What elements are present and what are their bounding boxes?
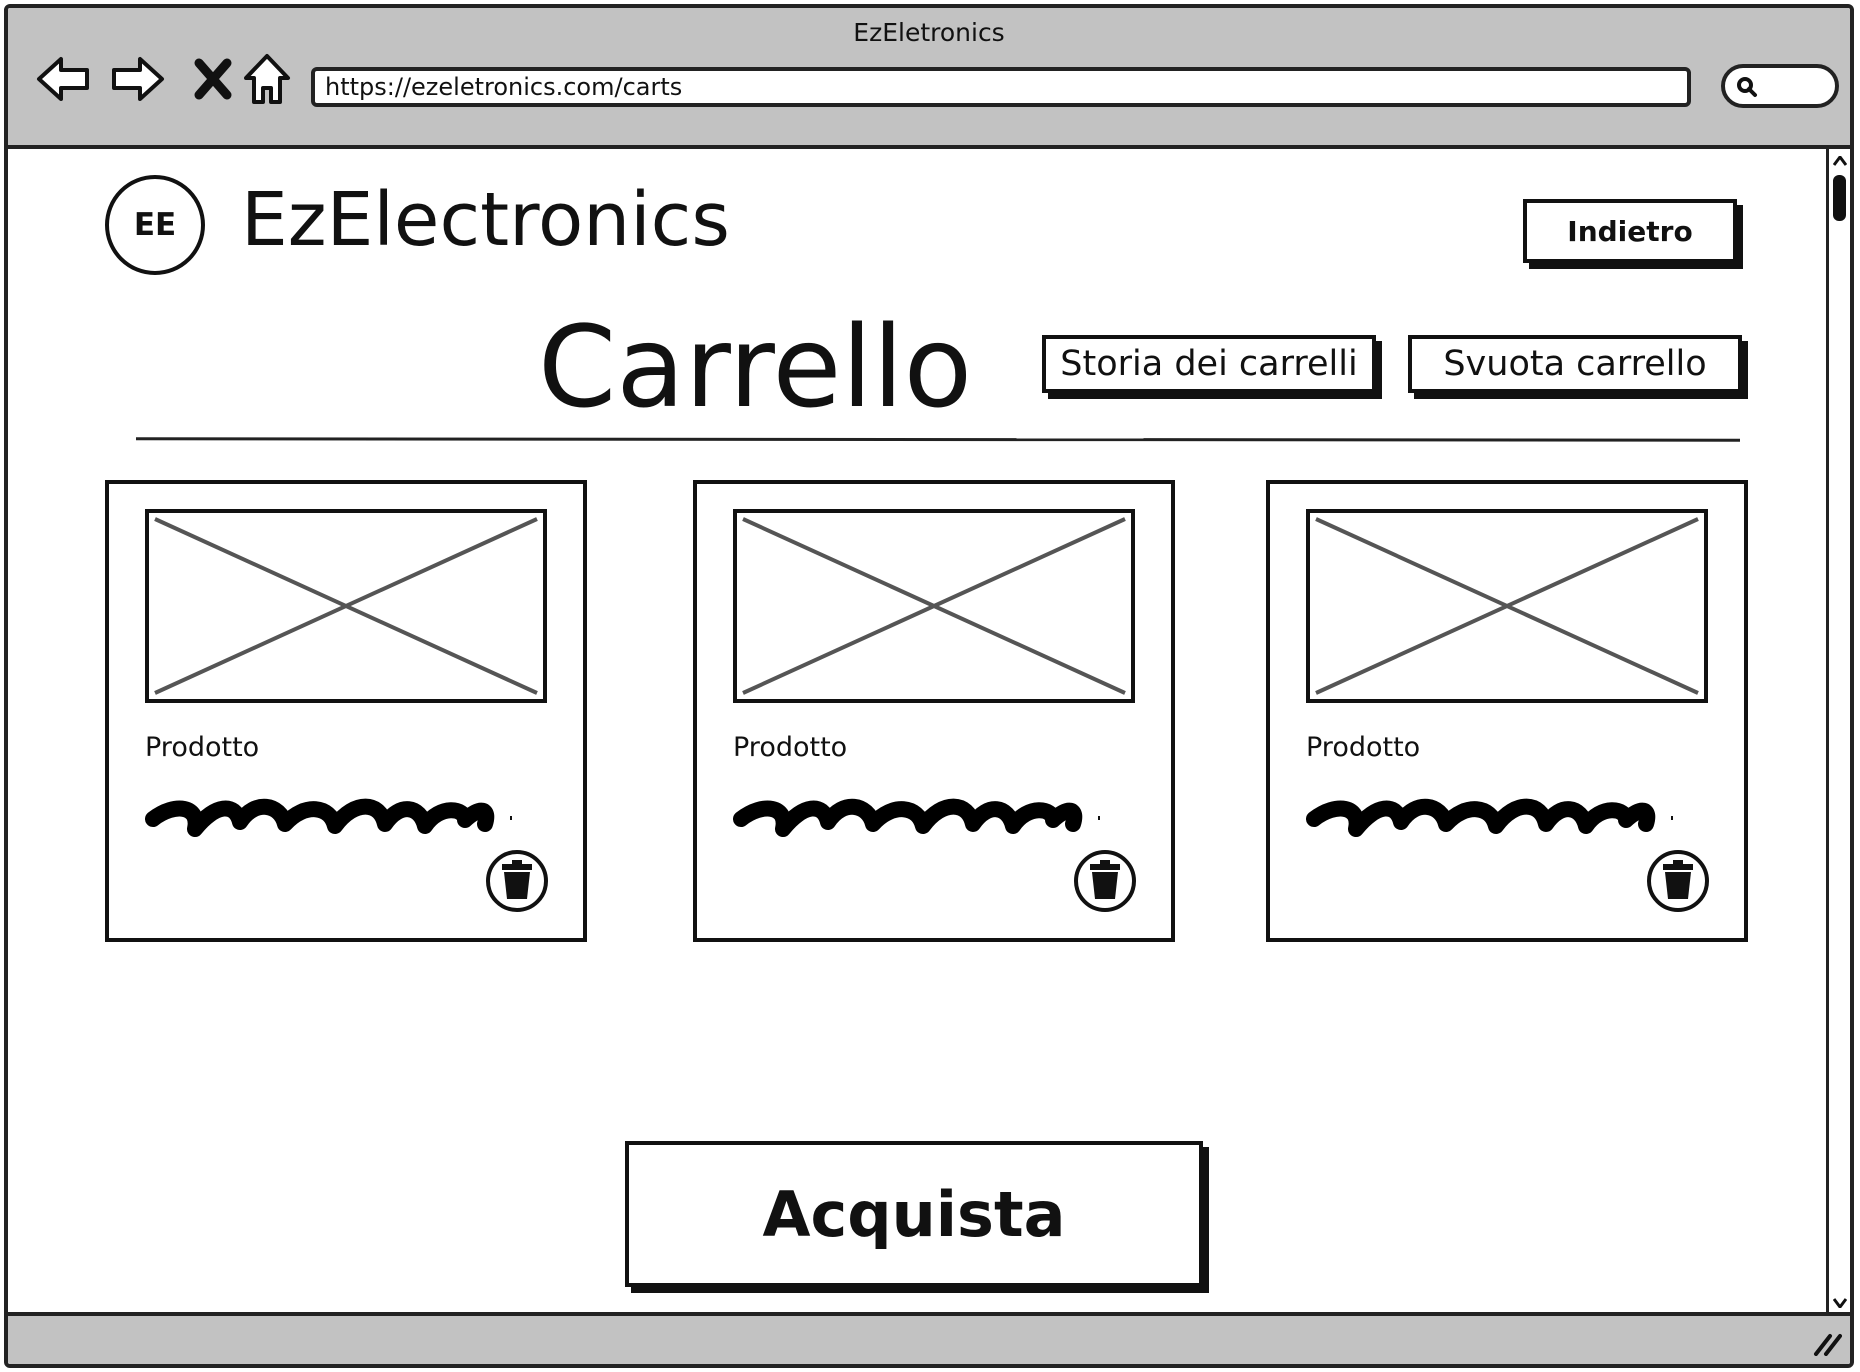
brand-name: EzElectronics [241, 177, 730, 263]
product-name: Prodotto [733, 732, 848, 763]
product-name: Prodotto [1306, 732, 1421, 763]
empty-cart-button[interactable]: Svuota carrello [1408, 335, 1742, 393]
scroll-thumb[interactable] [1833, 175, 1846, 221]
scroll-up-arrow-icon[interactable] [1829, 151, 1850, 171]
back-arrow-icon[interactable] [34, 50, 92, 108]
page-title: Carrello [538, 303, 973, 433]
product-name: Prodotto [145, 732, 260, 763]
trash-icon[interactable] [1646, 849, 1710, 913]
logo: EE [105, 175, 205, 275]
product-card: Prodotto [693, 480, 1175, 942]
home-icon[interactable] [238, 50, 296, 108]
buy-button[interactable]: Acquista [625, 1141, 1203, 1287]
divider [135, 437, 1741, 442]
scroll-down-arrow-icon[interactable] [1829, 1293, 1850, 1313]
description-scribble [145, 798, 512, 837]
forward-arrow-icon[interactable] [109, 50, 167, 108]
image-placeholder-icon [733, 509, 1135, 703]
browser-search-field[interactable] [1721, 64, 1839, 108]
resize-grip-icon[interactable] [1812, 1330, 1842, 1356]
trash-icon[interactable] [485, 849, 549, 913]
window-title: EzEletronics [853, 18, 1005, 47]
status-bar [8, 1312, 1850, 1364]
browser-window: EzEletronics https://ezeletronics.com/ca… [4, 4, 1854, 1368]
cart-history-button[interactable]: Storia dei carrelli [1042, 335, 1376, 393]
back-button[interactable]: Indietro [1523, 199, 1737, 263]
image-placeholder-icon [145, 509, 547, 703]
vertical-scrollbar[interactable] [1826, 149, 1850, 1315]
trash-icon[interactable] [1073, 849, 1137, 913]
image-placeholder-icon [1306, 509, 1708, 703]
stop-icon[interactable] [184, 50, 242, 108]
product-card: Prodotto [105, 480, 587, 942]
product-card: Prodotto [1266, 480, 1748, 942]
browser-toolbar: EzEletronics https://ezeletronics.com/ca… [8, 8, 1850, 149]
description-scribble [1306, 798, 1673, 837]
description-scribble [733, 798, 1100, 837]
search-icon [1737, 77, 1757, 97]
url-input[interactable]: https://ezeletronics.com/carts [311, 67, 1691, 107]
